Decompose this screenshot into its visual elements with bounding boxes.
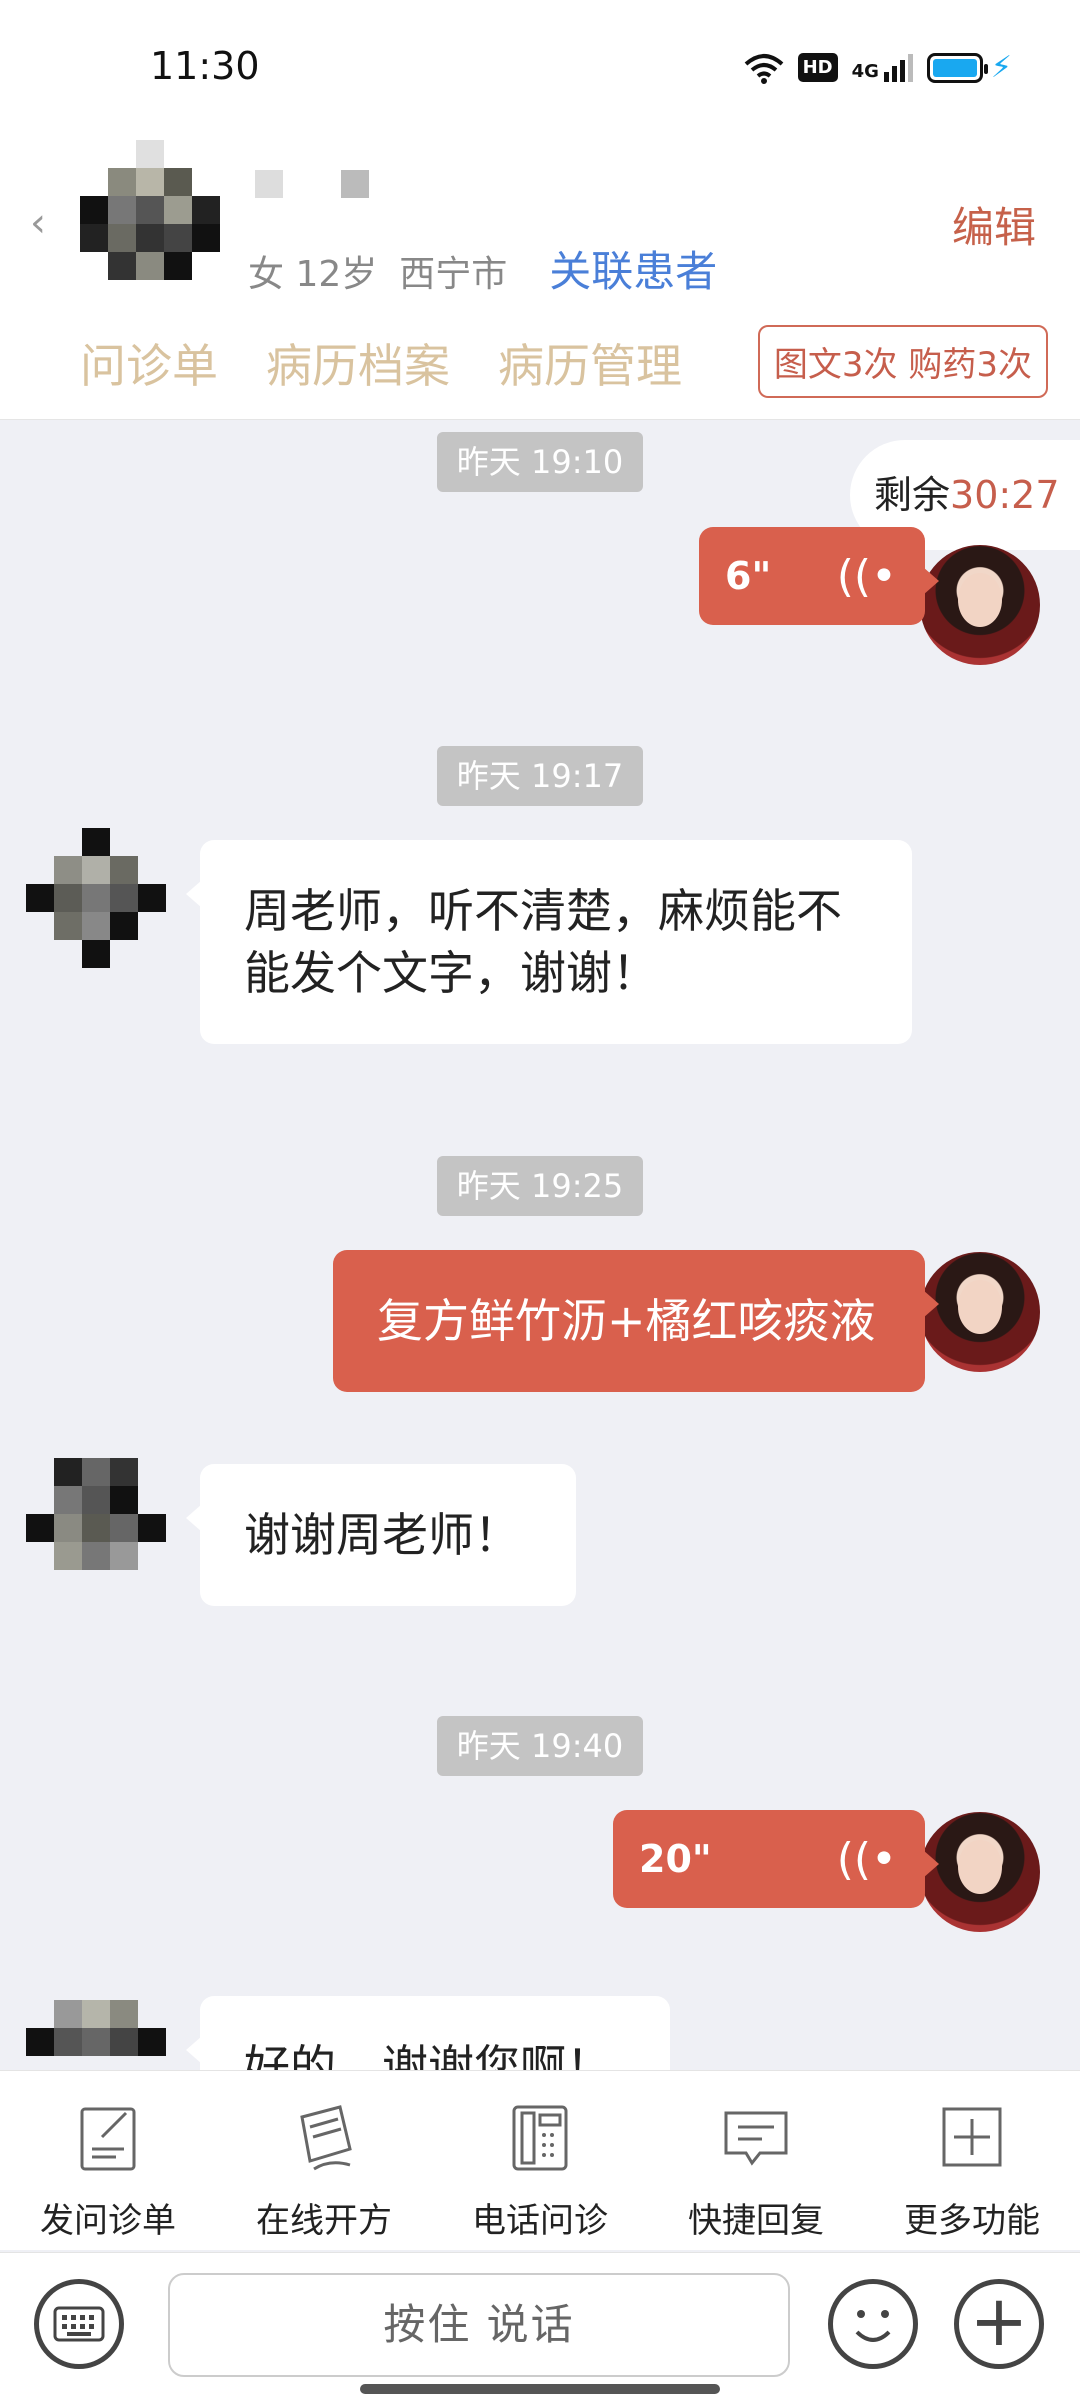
voice-wave-icon: ((• xyxy=(836,1833,897,1885)
charging-icon: ⚡ xyxy=(990,50,1012,85)
function-label: 在线开方 xyxy=(256,2201,392,2241)
patient-city: 西宁市 xyxy=(399,254,508,295)
send-consultation-form-button[interactable]: 发问诊单 xyxy=(8,2097,208,2242)
patient-gender-age: 女 12岁 xyxy=(248,254,378,295)
remaining-time: 30:27 xyxy=(950,473,1060,517)
wifi-icon xyxy=(744,53,783,84)
tab-consultation-form[interactable]: 问诊单 xyxy=(80,330,218,396)
emoji-button[interactable] xyxy=(828,2279,918,2369)
tab-medical-archive[interactable]: 病历档案 xyxy=(266,330,450,396)
status-icons: HD 4G ⚡ xyxy=(744,50,1012,85)
patient-chat-avatar[interactable] xyxy=(26,1458,166,1598)
link-patient-button[interactable]: 关联患者 xyxy=(549,238,717,299)
hold-to-talk-button[interactable]: 按住 说话 xyxy=(168,2273,790,2377)
doctor-avatar[interactable] xyxy=(920,545,1040,665)
function-label: 快捷回复 xyxy=(688,2201,824,2241)
keyboard-toggle-button[interactable] xyxy=(34,2279,124,2369)
more-plus-icon xyxy=(942,2107,1002,2167)
home-indicator[interactable] xyxy=(360,2384,720,2394)
quick-reply-icon xyxy=(724,2111,788,2166)
plus-icon: + xyxy=(969,2280,1029,2362)
phone-consultation-button[interactable]: 电话问诊 xyxy=(440,2097,640,2242)
timestamp: 昨天 19:10 xyxy=(437,432,643,492)
timestamp: 昨天 19:40 xyxy=(437,1716,643,1776)
voice-duration: 6" xyxy=(725,554,772,598)
patient-header: ‹ 女 12岁 西宁市 关联患者 编辑 问诊单 病历档案 病历管理 图文3次 购… xyxy=(0,130,1080,420)
patient-avatar[interactable] xyxy=(80,140,220,280)
input-bar: 按住 说话 + xyxy=(0,2252,1080,2400)
patient-chat-avatar[interactable] xyxy=(26,2000,166,2070)
message-bubble[interactable]: 复方鲜竹沥+橘红咳痰液 xyxy=(333,1250,939,1392)
record-tabs: 问诊单 病历档案 病历管理 xyxy=(80,330,682,396)
remaining-label: 剩余 xyxy=(874,473,951,517)
emoji-icon xyxy=(855,2310,891,2342)
status-bar: 11:30 HD 4G ⚡ xyxy=(0,0,1080,130)
keyboard-icon xyxy=(53,2306,105,2342)
voice-wave-icon: ((• xyxy=(836,550,897,602)
more-functions-button[interactable]: 更多功能 xyxy=(872,2097,1072,2242)
hd-icon: HD xyxy=(797,53,838,82)
patient-name-redacted xyxy=(255,170,369,198)
network-type: 4G xyxy=(851,60,879,82)
signal-icon: 4G xyxy=(851,53,913,82)
message-bubble[interactable]: 周老师，听不清楚，麻烦能不能发个文字，谢谢！ xyxy=(186,840,912,1044)
function-bar: 发问诊单 在线开方 电话问诊 快捷回复 更多功能 xyxy=(0,2070,1080,2250)
battery-icon xyxy=(926,52,988,83)
add-attachment-button[interactable]: + xyxy=(954,2279,1044,2369)
quick-reply-button[interactable]: 快捷回复 xyxy=(656,2097,856,2242)
timestamp: 昨天 19:17 xyxy=(437,746,643,806)
message-bubble[interactable]: 好的，谢谢您啊！ xyxy=(186,1996,670,2070)
timestamp: 昨天 19:25 xyxy=(437,1156,643,1216)
phone-icon xyxy=(512,2105,568,2171)
form-edit-icon xyxy=(80,2107,136,2171)
patient-chat-avatar[interactable] xyxy=(26,828,166,968)
back-icon[interactable]: ‹ xyxy=(30,200,46,246)
message-bubble[interactable]: 谢谢周老师！ xyxy=(186,1464,576,1606)
status-time: 11:30 xyxy=(150,44,260,88)
function-label: 更多功能 xyxy=(904,2201,1040,2241)
function-label: 电话问诊 xyxy=(472,2201,608,2241)
tab-record-management[interactable]: 病历管理 xyxy=(498,330,682,396)
function-label: 发问诊单 xyxy=(40,2201,176,2241)
prescription-icon xyxy=(300,2105,352,2171)
voice-message[interactable]: 20" ((• xyxy=(613,1810,939,1908)
online-prescription-button[interactable]: 在线开方 xyxy=(224,2097,424,2242)
patient-info: 女 12岁 西宁市 关联患者 xyxy=(248,238,717,299)
quota-badge: 图文3次 购药3次 xyxy=(757,325,1048,398)
voice-message[interactable]: 6" ((• xyxy=(699,527,939,625)
edit-button[interactable]: 编辑 xyxy=(952,194,1036,255)
chat-area[interactable]: 昨天 19:10 剩余30:27 6" ((• 昨天 19:17 周老师，听不清… xyxy=(0,420,1080,2070)
voice-duration: 20" xyxy=(639,1837,712,1881)
